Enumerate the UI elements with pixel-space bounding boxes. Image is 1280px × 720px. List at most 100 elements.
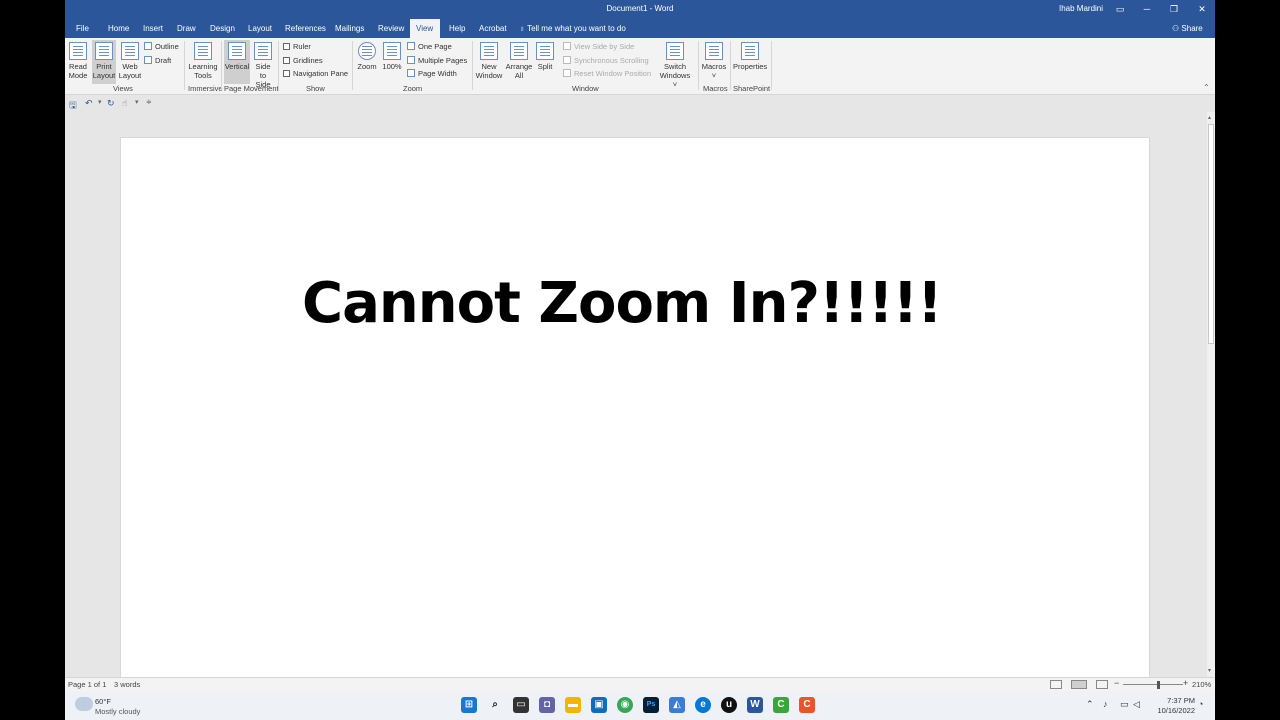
macros-button[interactable]: Macros ˅ — [701, 42, 727, 80]
tab-acrobat[interactable]: Acrobat — [473, 19, 513, 38]
tab-layout[interactable]: Layout — [242, 19, 278, 38]
chat-icon[interactable]: ◘ — [539, 697, 555, 713]
close-icon[interactable]: ✕ — [1195, 2, 1209, 16]
user-name[interactable]: Ihab Mardini — [1059, 4, 1103, 13]
zoom-button[interactable]: Zoom — [356, 42, 378, 71]
switch-windows-label-2: Windows ˅ — [659, 71, 691, 89]
touch-mode-icon[interactable]: ☝ — [122, 98, 127, 109]
undo-icon[interactable]: ↶ — [85, 98, 93, 109]
zoom-level[interactable]: 210% — [1192, 680, 1211, 689]
camtasia-icon[interactable]: C — [773, 697, 789, 713]
view-side-by-side-button[interactable]: View Side by Side — [563, 42, 634, 52]
task-view-icon[interactable]: ▭ — [513, 697, 529, 713]
chrome-icon[interactable]: ◉ — [617, 697, 633, 713]
customize-qat-icon[interactable]: ≑ — [146, 98, 152, 106]
ruler-checkbox[interactable]: Ruler — [283, 42, 311, 52]
weather-temperature[interactable]: 60°F — [95, 697, 111, 706]
tab-references[interactable]: References — [279, 19, 332, 38]
collapse-ribbon-icon[interactable]: ⌃ — [1203, 83, 1210, 92]
tell-me-search[interactable]: ♁ Tell me what you want to do — [519, 19, 626, 38]
print-layout-view-icon[interactable] — [1071, 680, 1087, 689]
tab-design[interactable]: Design — [204, 19, 241, 38]
notifications-icon[interactable]: ◔ — [1198, 699, 1203, 709]
tab-file[interactable]: File — [70, 19, 95, 38]
share-button[interactable]: ⚇ Share — [1172, 19, 1203, 38]
one-page-button[interactable]: One Page — [407, 42, 452, 52]
outline-button[interactable]: Outline — [144, 42, 179, 52]
print-layout-button[interactable]: Print Layout — [92, 40, 116, 84]
restore-icon[interactable]: ❐ — [1167, 2, 1181, 16]
switch-windows-button[interactable]: Switch Windows ˅ — [657, 42, 693, 89]
document-text[interactable]: Cannot Zoom In?!!!!! — [302, 271, 943, 336]
properties-button[interactable]: Properties — [733, 42, 767, 71]
weather-description[interactable]: Mostly cloudy — [95, 707, 140, 716]
draft-button[interactable]: Draft — [144, 56, 171, 66]
zoom-in-icon[interactable]: + — [1183, 678, 1188, 688]
title-bar: Document1 - Word Ihab Mardini ▭ ─ ❐ ✕ — [65, 0, 1215, 19]
vertical-button[interactable]: Vertical — [224, 40, 250, 84]
zoom-slider[interactable] — [1123, 684, 1183, 685]
document-page[interactable]: Cannot Zoom In?!!!!! — [120, 137, 1150, 691]
word-taskbar-icon[interactable]: W — [747, 697, 763, 713]
tab-mailings[interactable]: Mailings — [329, 19, 370, 38]
tab-view[interactable]: View — [410, 19, 440, 38]
photoshop-icon[interactable]: Ps — [643, 697, 659, 713]
vertical-scrollbar[interactable]: ▴ ▾ — [1207, 112, 1215, 677]
ribbon-display-options-icon[interactable]: ▭ — [1113, 2, 1127, 16]
web-layout-view-icon[interactable] — [1096, 680, 1108, 689]
macros-label-1: Macros — [701, 62, 727, 71]
scroll-down-icon[interactable]: ▾ — [1208, 667, 1211, 674]
unreal-engine-icon[interactable]: u — [721, 697, 737, 713]
microphone-icon[interactable]: ♪ — [1103, 699, 1108, 709]
side-by-side-icon — [563, 42, 571, 50]
zoom-100-button[interactable]: 100% — [381, 42, 403, 71]
zoom-100-icon — [383, 42, 401, 60]
learning-tools-button[interactable]: Learning Tools — [187, 42, 219, 80]
side-to-side-button[interactable]: Side to Side — [252, 42, 274, 89]
volume-icon[interactable]: ◁ — [1133, 699, 1140, 710]
camtasia-recorder-icon[interactable]: C — [799, 697, 815, 713]
redo-icon[interactable]: ↻ — [107, 98, 115, 109]
divider — [278, 41, 279, 90]
photos-icon[interactable]: ◭ — [669, 697, 685, 713]
multiple-pages-button[interactable]: Multiple Pages — [407, 56, 467, 66]
zoom-out-icon[interactable]: − — [1114, 678, 1119, 688]
file-explorer-icon[interactable]: ▬ — [565, 697, 581, 713]
tab-help[interactable]: Help — [443, 19, 471, 38]
network-icon[interactable]: ▭ — [1120, 699, 1129, 710]
touch-dropdown-icon[interactable]: ▾ — [135, 98, 139, 106]
navigation-pane-checkbox[interactable]: Navigation Pane — [283, 69, 348, 79]
page-count[interactable]: Page 1 of 1 — [68, 680, 106, 689]
edge-icon[interactable]: e — [695, 697, 711, 713]
tab-insert[interactable]: Insert — [137, 19, 169, 38]
synchronous-scrolling-button[interactable]: Synchronous Scrolling — [563, 56, 649, 66]
new-window-button[interactable]: New Window — [475, 42, 503, 80]
page-width-button[interactable]: Page Width — [407, 69, 457, 79]
clock-date[interactable]: 10/16/2022 — [1150, 706, 1195, 715]
zoom-slider-thumb[interactable] — [1157, 681, 1160, 689]
clock-time[interactable]: 7:37 PM — [1150, 696, 1195, 705]
split-button[interactable]: Split — [534, 42, 556, 71]
store-icon[interactable]: ▣ — [591, 697, 607, 713]
gridlines-checkbox[interactable]: Gridlines — [283, 56, 323, 66]
word-count[interactable]: 3 words — [114, 680, 140, 689]
tab-draw[interactable]: Draw — [171, 19, 202, 38]
read-mode-view-icon[interactable] — [1050, 680, 1062, 689]
view-side-by-side-label: View Side by Side — [574, 42, 635, 51]
windows-start-icon[interactable]: ⊞ — [461, 697, 477, 713]
arrange-all-button[interactable]: Arrange All — [505, 42, 533, 80]
minimize-icon[interactable]: ─ — [1140, 2, 1154, 16]
tab-home[interactable]: Home — [102, 19, 135, 38]
tab-review[interactable]: Review — [372, 19, 410, 38]
undo-dropdown-icon[interactable]: ▾ — [98, 98, 102, 106]
switch-windows-label-1: Switch — [663, 62, 687, 71]
web-layout-button[interactable]: Web Layout — [118, 42, 142, 80]
reset-window-position-button[interactable]: Reset Window Position — [563, 69, 651, 79]
search-icon[interactable]: ⌕ — [487, 697, 503, 713]
divider — [730, 41, 731, 90]
scroll-up-icon[interactable]: ▴ — [1208, 114, 1211, 121]
scrollbar-thumb[interactable] — [1208, 124, 1214, 344]
read-mode-button[interactable]: Read Mode — [67, 42, 89, 80]
cloud-icon[interactable] — [75, 697, 93, 711]
chevron-up-icon[interactable]: ⌃ — [1086, 699, 1094, 710]
